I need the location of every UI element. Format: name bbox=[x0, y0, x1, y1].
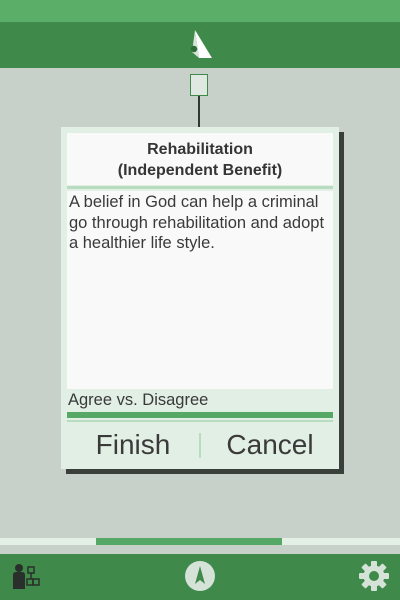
compass-icon[interactable] bbox=[184, 560, 216, 592]
claim-title-line2: (Independent Benefit) bbox=[117, 162, 283, 179]
claim-dialog: Rehabilitation (Independent Benefit) A b… bbox=[61, 127, 339, 469]
footer-bar bbox=[0, 554, 400, 600]
node-connector bbox=[198, 96, 200, 130]
gear-icon[interactable] bbox=[358, 560, 390, 592]
claim-body-text: A belief in God can help a criminal go t… bbox=[67, 191, 333, 389]
cancel-button[interactable]: Cancel bbox=[202, 424, 338, 466]
divider bbox=[67, 186, 333, 189]
header-bar bbox=[0, 22, 400, 68]
button-divider bbox=[199, 433, 201, 458]
divider bbox=[67, 420, 333, 422]
scale-label: Agree vs. Disagree bbox=[68, 391, 209, 409]
claim-title: Rehabilitation (Independent Benefit) bbox=[67, 133, 333, 185]
status-bar bbox=[0, 0, 400, 22]
user-map-icon[interactable] bbox=[12, 563, 40, 591]
progress-fill bbox=[96, 538, 282, 545]
argument-logo-icon bbox=[190, 30, 212, 58]
finish-button[interactable]: Finish bbox=[67, 424, 199, 466]
agree-scale-bar[interactable] bbox=[67, 412, 333, 418]
map-node[interactable] bbox=[190, 74, 208, 96]
claim-title-line1: Rehabilitation bbox=[147, 141, 253, 158]
progress-track bbox=[0, 538, 400, 545]
